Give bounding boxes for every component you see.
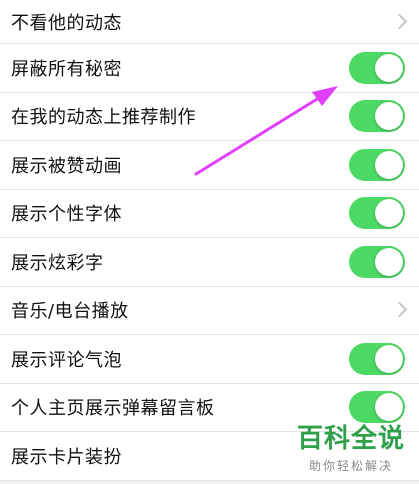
- toggle-switch-like-animation[interactable]: [349, 148, 405, 181]
- watermark-brand: 百科全说: [296, 424, 405, 454]
- chevron-right-icon: [391, 13, 408, 29]
- toggle-knob: [375, 53, 403, 82]
- row-label: 展示个性字体: [11, 204, 122, 226]
- toggle-knob: [375, 247, 403, 276]
- watermark-slogan: 助你轻松解决: [308, 459, 393, 473]
- row-colorful-text: 展示炫彩字: [0, 238, 419, 287]
- row-block-all-secrets: 屏蔽所有秘密: [0, 44, 419, 93]
- settings-list: 不看他的动态 屏蔽所有秘密 在我的动态上推荐制作 展示被赞动画 展示个性字体 展…: [0, 0, 419, 481]
- chevron-right-icon: [391, 301, 408, 318]
- row-label: 个人主页展示弹幕留言板: [11, 398, 215, 420]
- row-hide-his-posts[interactable]: 不看他的动态: [0, 0, 419, 44]
- toggle-switch-recommend-making[interactable]: [349, 100, 405, 133]
- toggle-knob: [375, 150, 403, 179]
- row-label: 屏蔽所有秘密: [11, 58, 122, 80]
- toggle-switch-colorful-text[interactable]: [349, 245, 405, 278]
- row-custom-font: 展示个性字体: [0, 190, 419, 238]
- toggle-knob: [375, 199, 403, 228]
- toggle-switch-block-secrets[interactable]: [349, 51, 405, 84]
- row-music-radio-playback[interactable]: 音乐/电台播放: [0, 287, 419, 335]
- row-label: 展示卡片装扮: [11, 446, 122, 468]
- toggle-knob: [375, 344, 403, 373]
- row-label: 展示炫彩字: [11, 252, 104, 274]
- row-label: 不看他的动态: [11, 12, 122, 34]
- watermark: 百科全说 助你轻松解决: [297, 418, 405, 474]
- row-comment-bubble: 展示评论气泡: [0, 335, 419, 384]
- toggle-switch-custom-font[interactable]: [349, 197, 405, 230]
- row-recommend-on-my-posts: 在我的动态上推荐制作: [0, 93, 419, 141]
- row-label: 展示被赞动画: [11, 155, 122, 177]
- toggle-switch-comment-bubble[interactable]: [349, 342, 405, 375]
- row-label: 展示评论气泡: [11, 349, 122, 371]
- row-label: 在我的动态上推荐制作: [11, 107, 196, 129]
- toggle-knob: [375, 102, 403, 131]
- row-label: 音乐/电台播放: [11, 301, 129, 323]
- row-like-animation: 展示被赞动画: [0, 141, 419, 190]
